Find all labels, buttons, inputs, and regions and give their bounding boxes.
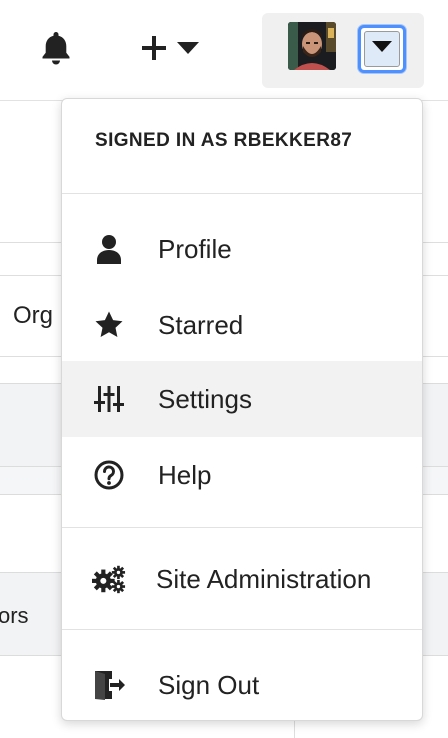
- caret-down-icon: [176, 41, 200, 60]
- signed-in-as-label: SIGNED IN AS RBEKKER87: [95, 130, 353, 151]
- user-menu-toggle[interactable]: [358, 25, 406, 73]
- plus-icon: [140, 34, 168, 67]
- bg-org-text: Org: [13, 302, 54, 329]
- menu-item-sign-out[interactable]: Sign Out: [62, 647, 422, 720]
- menu-item-label: Help: [158, 459, 212, 490]
- menu-item-profile[interactable]: Profile: [62, 211, 422, 287]
- top-navbar: [0, 0, 448, 101]
- menu-item-label: Starred: [158, 309, 244, 340]
- menu-item-help[interactable]: Help: [62, 437, 422, 513]
- star-icon: [92, 308, 126, 342]
- gears-icon: [92, 562, 126, 596]
- bg-divider: [294, 720, 295, 738]
- user-menu-area: [262, 13, 424, 88]
- caret-down-icon: [371, 40, 393, 58]
- dropdown-divider: [62, 527, 422, 528]
- menu-item-site-administration[interactable]: Site Administration: [62, 541, 422, 617]
- sliders-icon: [92, 382, 126, 416]
- bg-ors-text: ors: [0, 603, 29, 628]
- bell-icon: [40, 30, 72, 71]
- create-new-menu[interactable]: [140, 28, 216, 72]
- menu-item-label: Settings: [158, 383, 252, 414]
- menu-item-label: Profile: [158, 233, 232, 264]
- dropdown-divider: [62, 629, 422, 630]
- question-circle-icon: [92, 458, 126, 492]
- menu-item-starred[interactable]: Starred: [62, 287, 422, 363]
- menu-item-label: Site Administration: [156, 563, 372, 594]
- user-icon: [92, 232, 126, 266]
- avatar[interactable]: [288, 22, 336, 70]
- sign-out-icon: [92, 668, 126, 702]
- user-dropdown-menu: SIGNED IN AS RBEKKER87 Profile Starred S…: [61, 98, 423, 721]
- user-menu-toggle-inner: [364, 31, 400, 67]
- dropdown-header: SIGNED IN AS RBEKKER87: [62, 99, 422, 194]
- menu-item-label: Sign Out: [158, 669, 260, 700]
- notifications-button[interactable]: [38, 30, 74, 70]
- menu-item-settings[interactable]: Settings: [62, 361, 422, 437]
